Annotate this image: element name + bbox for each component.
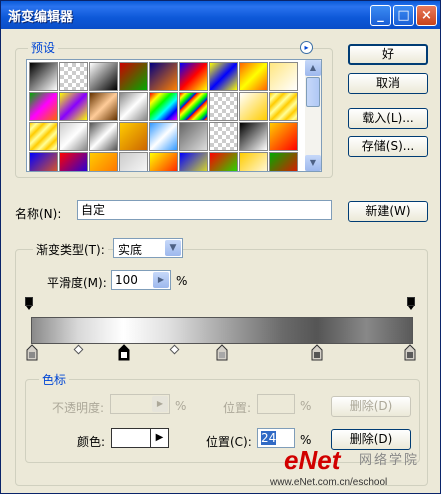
close-button[interactable]: × <box>416 5 437 26</box>
smoothness-input[interactable]: 100 ▶ <box>111 270 171 290</box>
smoothness-unit: % <box>176 274 188 288</box>
color-stop-selected[interactable] <box>118 344 130 362</box>
preset-swatch[interactable] <box>59 122 88 151</box>
smoothness-label: 平滑度(M): <box>47 276 107 290</box>
preset-swatch[interactable] <box>119 122 148 151</box>
presets-menu-button[interactable]: ▸ <box>300 41 313 54</box>
preset-swatch[interactable] <box>59 62 88 91</box>
color-stop[interactable] <box>216 344 228 362</box>
preset-swatch[interactable] <box>29 92 58 121</box>
preset-swatch[interactable] <box>239 122 268 151</box>
opacity-label: 不透明度: <box>52 401 105 415</box>
smoothness-value: 100 <box>115 273 138 287</box>
preset-swatch[interactable] <box>59 92 88 121</box>
color-menu-arrow-icon[interactable]: ▶ <box>150 429 168 447</box>
name-label: 名称(N): <box>15 207 62 221</box>
color-stop[interactable] <box>311 344 323 362</box>
smoothness-arrow-icon[interactable]: ▶ <box>153 272 169 288</box>
preset-swatch[interactable] <box>209 122 238 151</box>
scroll-thumb[interactable] <box>306 77 320 107</box>
minimize-button[interactable]: _ <box>370 5 391 26</box>
color-swatch[interactable]: ▶ <box>111 428 169 448</box>
title-bar[interactable]: 渐变编辑器 _ □ × <box>1 1 440 29</box>
preset-swatch[interactable] <box>29 152 58 171</box>
maximize-button[interactable]: □ <box>393 5 414 26</box>
gradient-editor-window: 渐变编辑器 _ □ × 预设 ▸ ▲ ▼ 好 取消 载入(L)... 存储(S)… <box>0 0 441 494</box>
save-button[interactable]: 存储(S)... <box>348 136 428 157</box>
preset-swatch[interactable] <box>59 152 88 171</box>
preset-swatch[interactable] <box>89 62 118 91</box>
gradient-type-select[interactable]: 实底 ▼ <box>113 238 183 258</box>
opacity-arrow-icon: ▶ <box>152 396 168 412</box>
presets-grid: ▲ ▼ <box>26 59 322 172</box>
gradient-bar[interactable] <box>31 317 413 344</box>
color-position-value: 24 <box>261 431 277 445</box>
preset-swatch[interactable] <box>29 122 58 151</box>
gradient-type-label: 渐变类型(T): <box>33 241 108 258</box>
preset-swatch[interactable] <box>239 92 268 121</box>
opacity-position-input <box>257 394 295 414</box>
preset-swatch[interactable] <box>89 152 118 171</box>
delete-opacity-button: 删除(D) <box>331 396 411 417</box>
opacity-position-label: 位置: <box>223 401 252 415</box>
watermark-cn: 网络学院 <box>359 453 420 468</box>
chevron-down-icon[interactable]: ▼ <box>165 240 181 256</box>
preset-swatch[interactable] <box>269 152 298 171</box>
preset-swatch[interactable] <box>149 152 178 171</box>
name-input[interactable]: 自定 <box>77 200 332 220</box>
preset-swatch[interactable] <box>179 62 208 91</box>
opacity-unit: % <box>175 399 187 413</box>
preset-swatch[interactable] <box>89 92 118 121</box>
preset-swatch[interactable] <box>119 62 148 91</box>
cancel-button[interactable]: 取消 <box>348 73 428 94</box>
preset-swatch[interactable] <box>179 122 208 151</box>
preset-swatch[interactable] <box>209 92 238 121</box>
opacity-input: ▶ <box>110 394 170 414</box>
load-button[interactable]: 载入(L)... <box>348 108 428 129</box>
preset-swatch[interactable] <box>269 62 298 91</box>
watermark-brand: eNet <box>284 445 341 475</box>
new-button[interactable]: 新建(W) <box>348 201 428 222</box>
preset-swatch[interactable] <box>209 62 238 91</box>
color-position-label: 位置(C): <box>206 435 252 449</box>
opacity-stop-left[interactable] <box>25 297 33 311</box>
preset-swatch[interactable] <box>179 152 208 171</box>
scroll-down-icon[interactable]: ▼ <box>305 155 321 171</box>
opacity-position-unit: % <box>300 399 312 413</box>
opacity-stop-right[interactable] <box>407 297 415 311</box>
color-label: 颜色: <box>77 435 106 449</box>
stops-label: 色标 <box>39 371 70 388</box>
preset-swatch[interactable] <box>239 152 268 171</box>
preset-swatch[interactable] <box>119 152 148 171</box>
watermark: eNet 网络学院 www.eNet.com.cn/eschool <box>270 445 439 492</box>
ok-button[interactable]: 好 <box>348 44 428 65</box>
preset-swatch[interactable] <box>239 62 268 91</box>
preset-swatch[interactable] <box>269 92 298 121</box>
preset-swatch[interactable] <box>269 122 298 151</box>
preset-swatch[interactable] <box>209 152 238 171</box>
gradient-type-value: 实底 <box>118 243 143 257</box>
window-title: 渐变编辑器 <box>8 10 74 25</box>
presets-label: 预设 <box>28 39 59 56</box>
preset-swatch[interactable] <box>179 92 208 121</box>
preset-swatch[interactable] <box>149 92 178 121</box>
color-stop[interactable] <box>404 344 416 362</box>
preset-swatch[interactable] <box>29 62 58 91</box>
watermark-url: www.eNet.com.cn/eschool <box>270 477 388 488</box>
scroll-up-icon[interactable]: ▲ <box>305 60 321 76</box>
preset-swatch[interactable] <box>149 122 178 151</box>
presets-scrollbar[interactable]: ▲ ▼ <box>305 60 321 171</box>
preset-swatch[interactable] <box>119 92 148 121</box>
color-stop[interactable] <box>26 344 38 362</box>
preset-swatch[interactable] <box>89 122 118 151</box>
preset-swatch[interactable] <box>149 62 178 91</box>
